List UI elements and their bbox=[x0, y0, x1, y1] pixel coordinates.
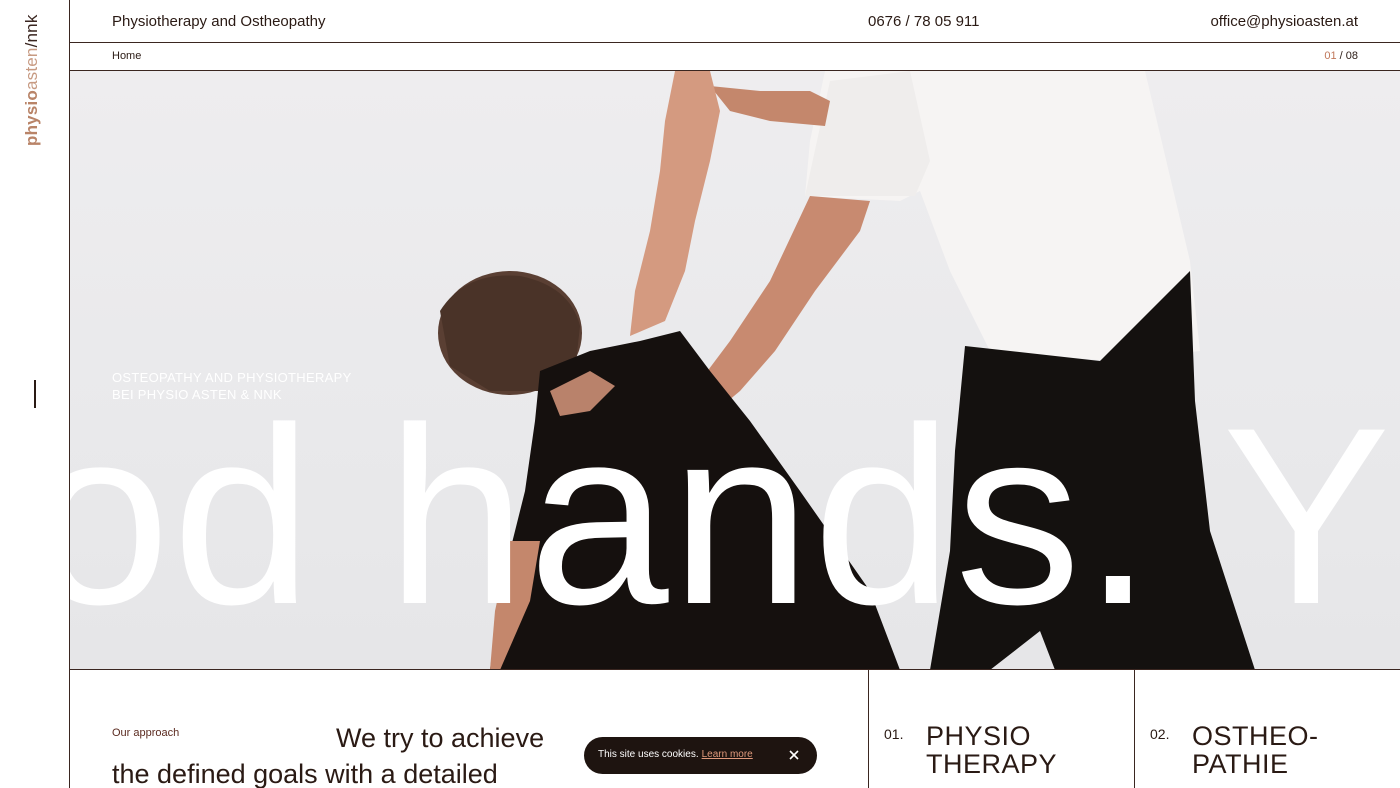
logo-part-asten: asten bbox=[22, 47, 41, 90]
slide-total: 08 bbox=[1345, 50, 1358, 62]
logo-part-nnk: nnk bbox=[22, 14, 41, 43]
top-header: Physiotherapy and Ostheopathy 0676 / 78 … bbox=[70, 0, 1400, 43]
scroll-indicator[interactable] bbox=[34, 380, 36, 408]
hero-slider: OSTEOPATHY AND PHYSIOTHERAPY BEI PHYSIO … bbox=[70, 71, 1400, 670]
service-card-osteopathy[interactable]: 02. OSTHEO- PATHIE bbox=[1134, 670, 1400, 788]
logo[interactable]: physioasten/nnk bbox=[22, 14, 42, 146]
brand-title[interactable]: Physiotherapy and Ostheopathy bbox=[112, 13, 325, 30]
service-title: OSTHEO- PATHIE bbox=[1192, 722, 1319, 778]
service-number: 02. bbox=[1150, 726, 1170, 742]
service-title-line1: PHYSIO bbox=[926, 721, 1032, 751]
hero-marquee-text: od hands. Y bbox=[70, 376, 1393, 657]
logo-part-physio: physio bbox=[22, 90, 41, 146]
approach-text-line2: the defined goals with a detailed bbox=[112, 759, 498, 788]
phone-link[interactable]: 0676 / 78 05 911 bbox=[868, 13, 980, 30]
slide-current: 01 bbox=[1324, 50, 1337, 62]
cookie-learn-more-link[interactable]: Learn more bbox=[702, 749, 753, 760]
email-link[interactable]: office@physioasten.at bbox=[1210, 13, 1358, 30]
service-number: 01. bbox=[884, 726, 904, 742]
sidebar: physioasten/nnk bbox=[0, 0, 70, 788]
logo-separator: / bbox=[22, 42, 41, 48]
cookie-banner: This site uses cookies. Learn more bbox=[584, 737, 817, 774]
sub-header: Home 01 / 08 bbox=[70, 43, 1400, 71]
cookie-message: This site uses cookies. Learn more bbox=[598, 749, 753, 760]
breadcrumb-home[interactable]: Home bbox=[112, 50, 141, 62]
cookie-message-text: This site uses cookies. bbox=[598, 749, 699, 760]
service-title-line2: PATHIE bbox=[1192, 749, 1289, 779]
slide-counter: 01 / 08 bbox=[1324, 50, 1358, 62]
service-card-physiotherapy[interactable]: 01. PHYSIO THERAPY bbox=[868, 670, 1134, 788]
close-icon[interactable] bbox=[785, 746, 803, 764]
slide-separator: / bbox=[1336, 50, 1346, 62]
service-title-line2: THERAPY bbox=[926, 749, 1058, 779]
service-title: PHYSIO THERAPY bbox=[926, 722, 1057, 778]
service-title-line1: OSTHEO- bbox=[1192, 721, 1319, 751]
